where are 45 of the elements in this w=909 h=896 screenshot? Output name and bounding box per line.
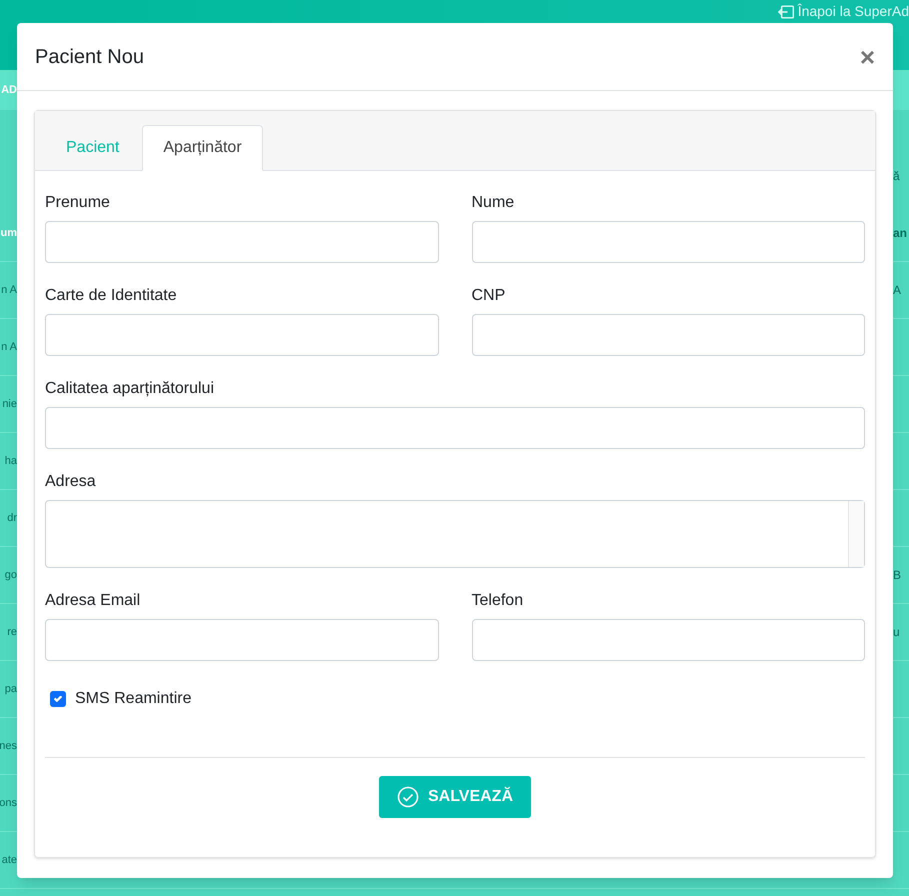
input-field[interactable] [472,619,865,661]
tab[interactable]: Pacient [45,125,140,171]
field-label: Nume [472,193,516,213]
back-link[interactable]: Înapoi la SuperAd [778,3,909,20]
tab[interactable]: Aparținător [142,125,263,171]
table-cell-text: pa [4,682,17,697]
field-label: Calitatea aparținătorului [45,379,215,399]
table-cell-text: nes [0,738,17,754]
field-label: CNP [472,286,506,306]
modal-title: Pacient Nou [35,44,144,70]
table-cell-text: u [893,624,900,641]
table-cell-text: A [893,282,902,299]
input-field[interactable] [45,314,438,356]
table-cell-text: um [0,226,17,241]
table-cell-text: dr [7,510,17,526]
nav-text: AD [1,82,17,98]
close-button[interactable]: × [860,44,875,70]
table-cell-text: re [7,624,17,640]
checkbox-label: SMS Reamintire [75,689,192,709]
input-field[interactable] [45,619,438,661]
table-cell-text: ha [4,454,17,469]
field-label: Adresa Email [45,591,142,611]
input-field[interactable] [45,407,865,449]
table-cell-text: nie [2,396,17,412]
toolbar-text: ă [893,168,900,185]
check-circle-icon [396,786,419,808]
table-cell-text: an [893,225,908,242]
address-textarea[interactable] [45,500,865,568]
table-cell-text: ons [0,796,17,811]
input-field[interactable] [472,221,865,263]
field-label: Prenume [45,193,111,213]
save-button[interactable]: SALVEAZĂ [378,776,532,818]
sms-checkbox[interactable] [50,691,66,707]
input-field[interactable] [472,314,865,356]
input-field[interactable] [45,221,438,263]
check-icon [54,696,62,702]
table-cell-text: n A [1,282,17,298]
table-cell-text: ate [2,852,17,868]
field-label: Telefon [472,591,524,611]
field-label: Adresa [45,472,97,492]
table-cell-text: go [4,568,17,583]
table-cell-text: n A [1,340,17,355]
table-cell-text: B [893,567,902,584]
exit-icon [778,4,794,18]
field-label: Carte de Identitate [45,286,178,306]
